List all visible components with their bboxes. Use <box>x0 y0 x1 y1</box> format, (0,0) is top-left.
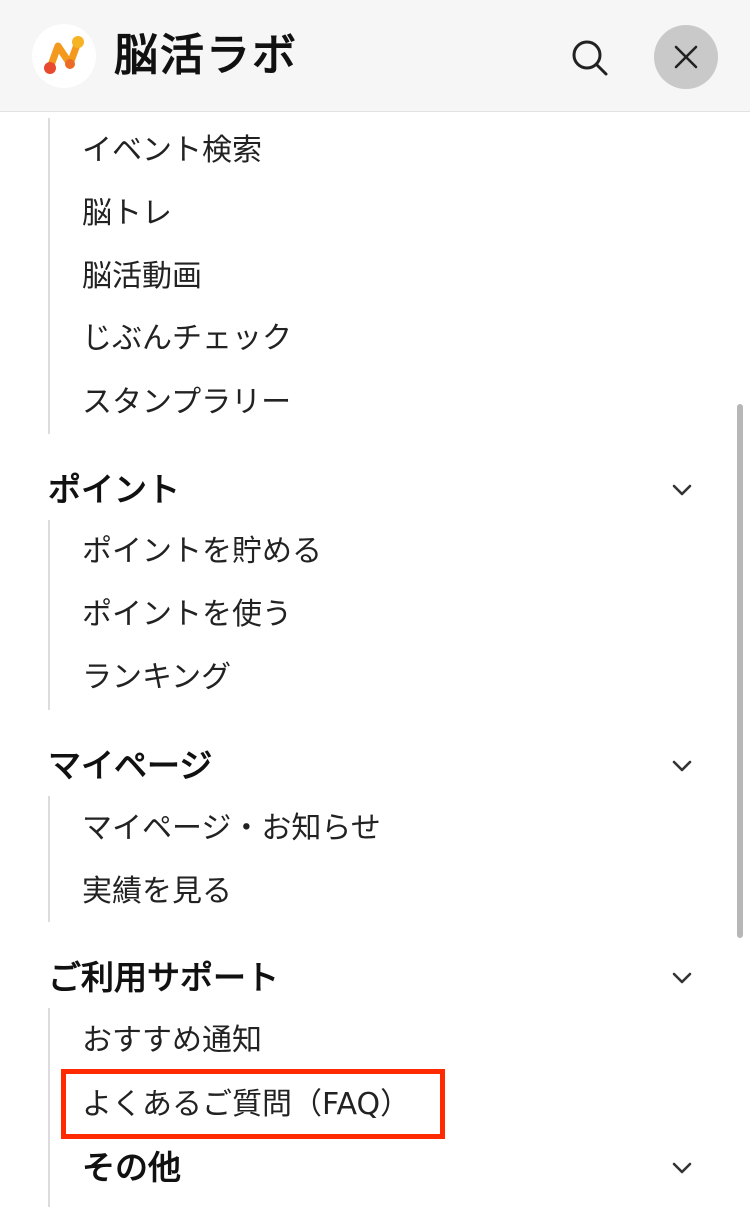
menu-item-brain-videos[interactable]: 脳活動画 <box>82 252 202 302</box>
menu-item-event-search[interactable]: イベント検索 <box>82 126 262 176</box>
section-title-support[interactable]: ご利用サポート <box>48 950 279 1006</box>
close-icon <box>674 45 698 69</box>
brain-lab-logo-icon[interactable] <box>32 24 96 88</box>
close-menu-button[interactable] <box>654 25 718 89</box>
chevron-down-icon[interactable] <box>670 1160 694 1176</box>
logo-text[interactable]: 脳活ラボ <box>114 28 298 84</box>
chevron-down-icon[interactable] <box>670 482 694 498</box>
scrollbar[interactable] <box>737 404 743 938</box>
menu-item-achievements[interactable]: 実績を見る <box>82 867 232 917</box>
group-divider-line <box>48 520 50 710</box>
menu-item-self-check[interactable]: じぶんチェック <box>82 314 292 364</box>
chevron-down-icon[interactable] <box>670 970 694 986</box>
faq-highlight-box <box>61 1069 445 1139</box>
section-title-other[interactable]: その他 <box>82 1140 181 1196</box>
menu-item-recommended-notifications[interactable]: おすすめ通知 <box>82 1016 262 1066</box>
menu-item-use-points[interactable]: ポイントを使う <box>82 590 292 640</box>
search-icon <box>572 40 608 76</box>
chevron-down-icon[interactable] <box>670 758 694 774</box>
search-button[interactable] <box>564 32 616 84</box>
group-divider-line <box>48 118 50 434</box>
menu-item-ranking[interactable]: ランキング <box>82 653 231 703</box>
section-title-points[interactable]: ポイント <box>48 462 180 518</box>
section-title-mypage[interactable]: マイページ <box>48 738 212 794</box>
menu-item-earn-points[interactable]: ポイントを貯める <box>82 527 322 577</box>
group-divider-line <box>48 796 50 922</box>
menu-item-mypage-notices[interactable]: マイページ・お知らせ <box>82 804 381 854</box>
app-header: 脳活ラボ <box>0 0 750 112</box>
group-divider-line <box>48 1008 50 1207</box>
menu-item-brain-training[interactable]: 脳トレ <box>82 189 172 239</box>
menu-item-stamp-rally[interactable]: スタンプラリー <box>82 378 291 428</box>
